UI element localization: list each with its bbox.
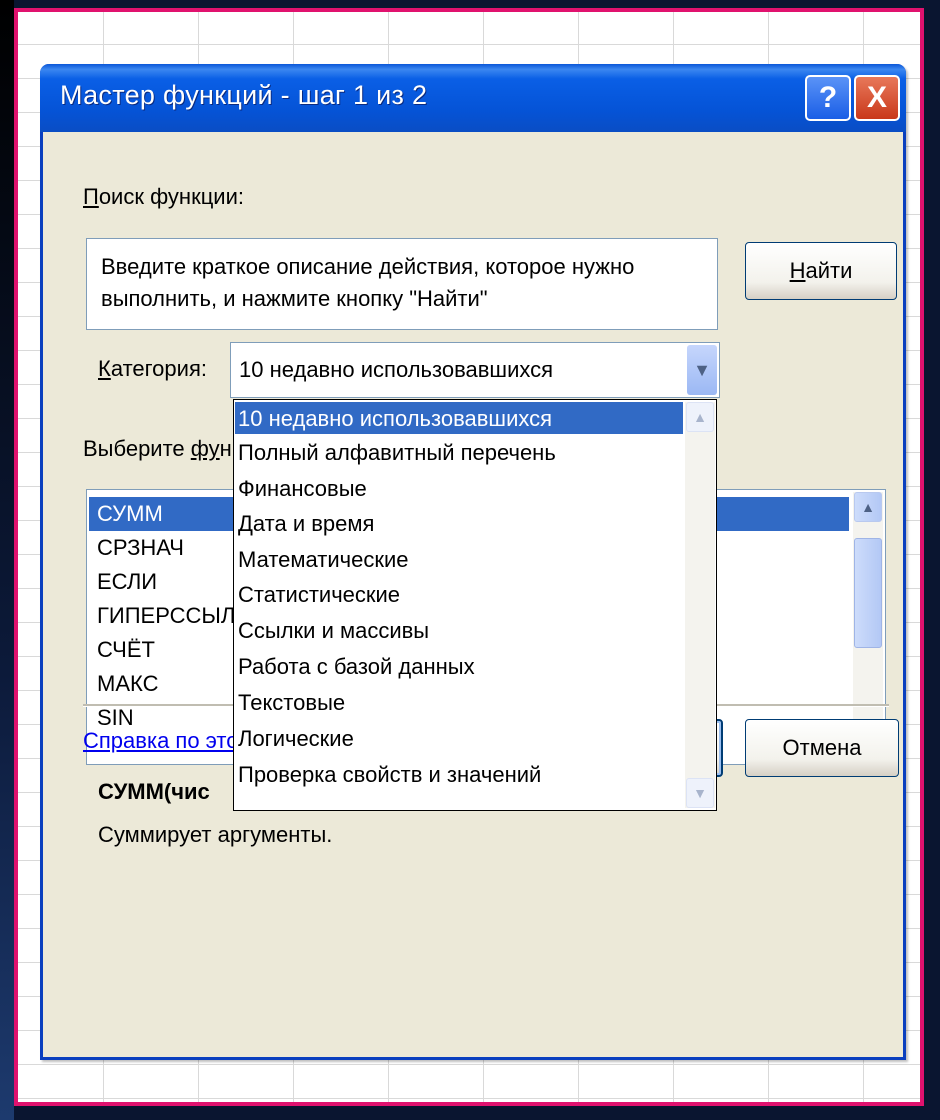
category-option[interactable]: Работа с базой данных xyxy=(236,650,475,684)
category-dropdown-list[interactable]: 10 недавно использовавшихся Полный алфав… xyxy=(233,399,717,811)
function-item[interactable]: ГИПЕРССЫЛ xyxy=(97,599,235,633)
function-description: Суммирует аргументы. xyxy=(98,822,333,847)
function-item[interactable]: СРЗНАЧ xyxy=(97,531,184,565)
close-button[interactable]: X xyxy=(854,75,900,121)
category-option[interactable]: Полный алфавитный перечень xyxy=(236,436,556,470)
scroll-thumb[interactable] xyxy=(854,538,882,648)
function-item[interactable]: СУММ xyxy=(97,497,163,531)
title-bar[interactable]: Мастер функций - шаг 1 из 2 ? X xyxy=(40,64,906,132)
chevron-down-icon[interactable]: ▼ xyxy=(687,345,717,395)
scroll-up-icon[interactable]: ▲ xyxy=(686,402,714,432)
cancel-button[interactable]: Отмена xyxy=(745,719,899,777)
find-button[interactable]: Найти xyxy=(745,242,897,300)
category-option[interactable]: 10 недавно использовавшихся xyxy=(236,402,552,436)
background-edge xyxy=(0,0,14,1120)
category-option[interactable]: Проверка свойств и значений xyxy=(236,758,541,792)
dialog-title: Мастер функций - шаг 1 из 2 xyxy=(60,80,428,110)
category-option[interactable]: Математические xyxy=(236,543,408,577)
function-item[interactable]: МАКС xyxy=(97,667,158,701)
category-option[interactable]: Статистические xyxy=(236,578,400,612)
category-select[interactable]: 10 недавно использовавшихся ▼ xyxy=(230,342,720,398)
help-icon: ? xyxy=(818,81,838,114)
scroll-up-icon[interactable]: ▲ xyxy=(854,492,882,522)
search-label: Поиск функции: xyxy=(83,184,244,209)
function-list-label: Выберите фун xyxy=(83,436,232,461)
category-option[interactable]: Дата и время xyxy=(236,507,374,541)
close-icon: X xyxy=(866,81,887,114)
category-option[interactable]: Текстовые xyxy=(236,686,345,720)
category-option[interactable]: Финансовые xyxy=(236,472,367,506)
dropdown-scrollbar[interactable]: ▲ ▼ xyxy=(685,402,715,808)
spreadsheet-background: Мастер функций - шаг 1 из 2 ? X Поиск фу… xyxy=(14,8,924,1106)
function-wizard-dialog: Мастер функций - шаг 1 из 2 ? X Поиск фу… xyxy=(40,64,906,1060)
search-description-input[interactable]: Введите краткое описание действия, котор… xyxy=(86,238,718,330)
category-option[interactable]: Ссылки и массивы xyxy=(236,614,429,648)
help-button[interactable]: ? xyxy=(805,75,851,121)
category-selected-value: 10 недавно использовавшихся xyxy=(239,357,554,382)
scroll-down-icon[interactable]: ▼ xyxy=(686,778,714,808)
category-label: Категория: xyxy=(98,356,207,381)
category-option[interactable]: Логические xyxy=(236,722,354,756)
function-item[interactable]: СЧЁТ xyxy=(97,633,155,667)
function-item[interactable]: ЕСЛИ xyxy=(97,565,157,599)
function-signature: СУММ(чис xyxy=(98,779,210,804)
